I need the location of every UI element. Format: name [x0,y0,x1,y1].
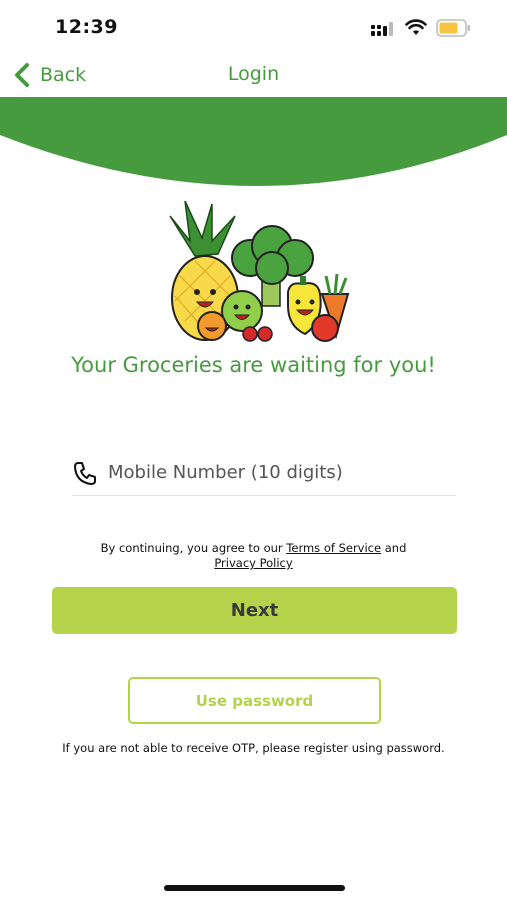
privacy-policy-link[interactable]: Privacy Policy [214,556,292,570]
status-bar: 12:39 [0,0,507,52]
signal-icon [371,22,393,36]
tagline: Your Groceries are waiting for you! [71,353,436,377]
home-indicator [164,885,345,891]
page-title: Login [227,63,280,85]
terms-prefix: By continuing, you agree to our [100,541,283,555]
next-button[interactable]: Next [52,587,457,634]
battery-icon [436,19,470,37]
wifi-icon [405,19,427,35]
mobile-number-input[interactable] [108,462,438,483]
groceries-illustration [169,200,350,342]
terms-notice: By continuing, you agree to our Terms of… [0,541,507,571]
use-password-button[interactable]: Use password [128,677,381,724]
phone-icon [74,461,96,485]
terms-of-service-link[interactable]: Terms of Service [286,541,381,555]
otp-note: If you are not able to receive OTP, plea… [62,741,445,755]
status-time: 12:39 [55,16,118,38]
header-arc [0,97,507,186]
terms-and: and [384,541,407,555]
nav-bar: Back Login [0,52,507,98]
mobile-number-field[interactable] [72,450,456,496]
